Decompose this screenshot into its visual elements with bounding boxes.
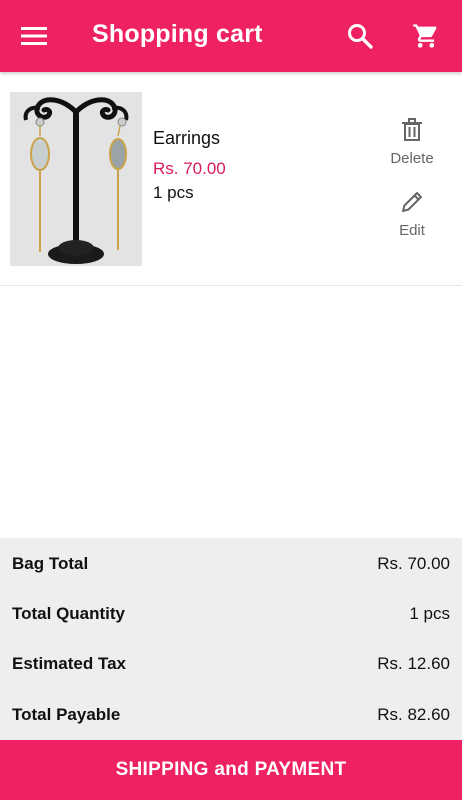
- summary-row-total-quantity: Total Quantity 1 pcs: [12, 599, 450, 629]
- app-bar: Shopping cart: [0, 0, 462, 72]
- summary-value: 1 pcs: [409, 604, 450, 623]
- cart-item: Earrings Rs. 70.00 1 pcs Delete Edit: [0, 72, 462, 286]
- shopping-cart-screen: Shopping cart Earrings Rs. 70.00 1 pcs D…: [0, 0, 462, 800]
- page-title: Shopping cart: [92, 20, 263, 48]
- summary-value: Rs. 82.60: [377, 705, 450, 724]
- summary-row-bag-total: Bag Total Rs. 70.00: [12, 549, 450, 579]
- summary-row-total-payable: Total Payable Rs. 82.60: [12, 700, 450, 730]
- menu-icon: [21, 27, 47, 45]
- delete-label: Delete: [390, 150, 434, 167]
- search-button[interactable]: [340, 16, 380, 56]
- earrings-image: [10, 92, 142, 266]
- item-name: Earrings: [153, 128, 221, 148]
- menu-button[interactable]: [14, 18, 54, 54]
- item-price: Rs. 70.00: [153, 159, 226, 178]
- summary-label: Estimated Tax: [12, 654, 127, 673]
- summary-row-estimated-tax: Estimated Tax Rs. 12.60: [12, 649, 450, 679]
- summary-value: Rs. 70.00: [377, 554, 450, 573]
- summary-label: Total Payable: [12, 705, 121, 724]
- summary-label: Total Quantity: [12, 604, 126, 623]
- cart-icon: [413, 24, 437, 48]
- edit-label: Edit: [399, 222, 425, 239]
- cart-button[interactable]: [406, 16, 446, 56]
- item-quantity: 1 pcs: [153, 183, 194, 202]
- delete-button[interactable]: Delete: [382, 116, 442, 167]
- trash-icon: [402, 118, 422, 141]
- order-summary: Bag Total Rs. 70.00 Total Quantity 1 pcs…: [0, 538, 462, 740]
- edit-button[interactable]: Edit: [382, 188, 442, 239]
- product-image[interactable]: [10, 92, 142, 266]
- summary-value: Rs. 12.60: [377, 654, 450, 673]
- search-icon: [348, 24, 373, 49]
- shipping-and-payment-button[interactable]: SHIPPING and PAYMENT: [0, 740, 462, 800]
- pencil-icon: [402, 192, 422, 212]
- summary-label: Bag Total: [12, 554, 89, 573]
